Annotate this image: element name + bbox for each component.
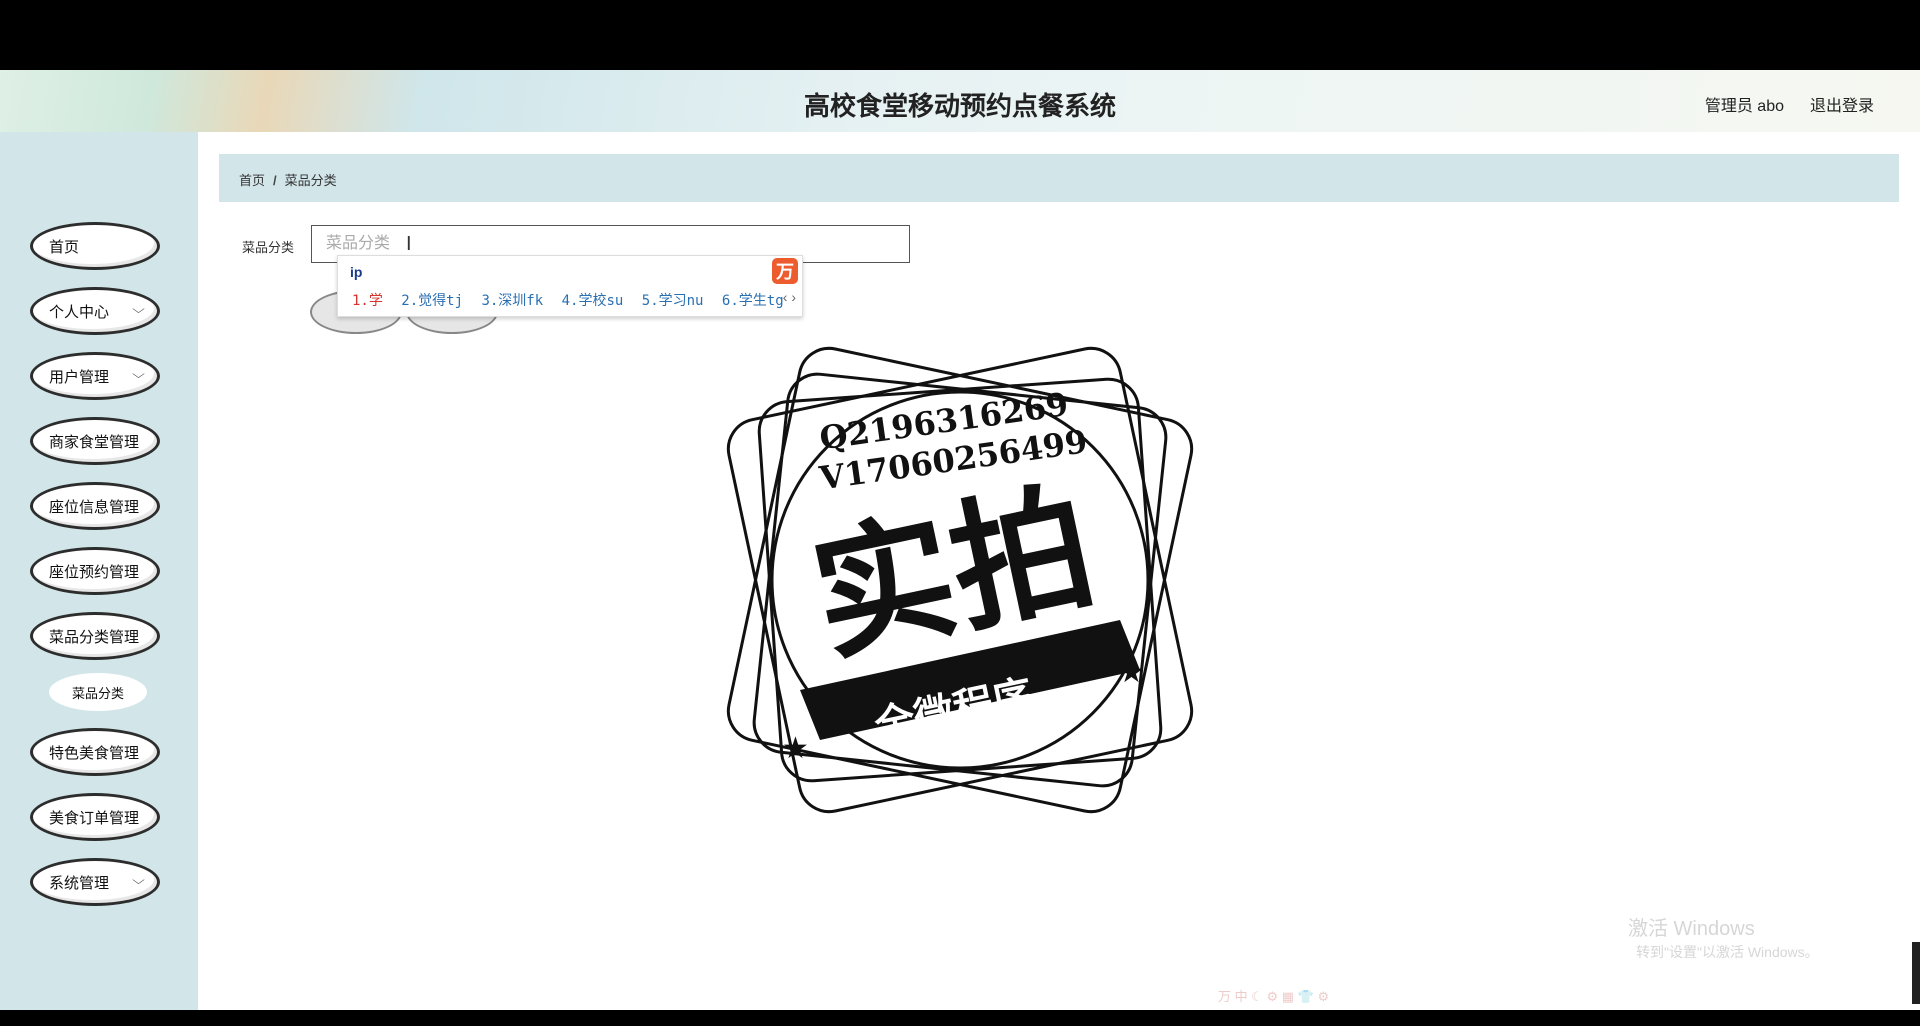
- sidebar-item-label: 系统管理: [49, 874, 110, 892]
- current-user: 管理员 abo: [1704, 98, 1784, 115]
- logout-link[interactable]: 退出登录: [1810, 92, 1874, 116]
- submenu-item-dish-category[interactable]: 菜品分类: [49, 673, 147, 711]
- windows-activate-title: 激活 Windows: [1628, 918, 1755, 940]
- app-screen: 高校食堂移动预约点餐系统 管理员 abo 退出登录 首页 个人中心 ⌵ 用户管理…: [0, 70, 1920, 1010]
- breadcrumb-bar: 首页 / 菜品分类: [219, 154, 1899, 202]
- breadcrumb-home[interactable]: 首页: [239, 173, 265, 188]
- windows-activate-sub: 转到"设置"以激活 Windows。: [1636, 944, 1819, 960]
- ime-candidate[interactable]: 1.学: [352, 293, 383, 309]
- breadcrumb: 首页 / 菜品分类: [239, 170, 337, 189]
- sidebar-item-label: 座位信息管理: [49, 498, 140, 516]
- sidebar-item-label: 美食订单管理: [49, 809, 140, 827]
- sidebar-item-users[interactable]: 用户管理 ⌵: [30, 352, 160, 400]
- ime-logo-icon: 万: [772, 258, 798, 284]
- sidebar: 首页 个人中心 ⌵ 用户管理 ⌵ 商家食堂管理 座位信息管理 座位预约管理 菜品…: [0, 132, 198, 1010]
- scrollbar-thumb[interactable]: [1912, 942, 1920, 1004]
- submenu-item-label: 菜品分类: [71, 685, 124, 701]
- header-bar: 高校食堂移动预约点餐系统 管理员 abo 退出登录: [0, 70, 1920, 132]
- sidebar-item-system[interactable]: 系统管理 ⌵: [30, 858, 160, 906]
- sidebar-item-label: 商家食堂管理: [49, 433, 140, 451]
- sidebar-item-label: 菜品分类管理: [49, 628, 140, 646]
- ime-candidate[interactable]: 2.觉得tj: [401, 293, 463, 309]
- sidebar-item-seat-booking[interactable]: 座位预约管理: [30, 547, 160, 595]
- sidebar-item-profile[interactable]: 个人中心 ⌵: [30, 287, 160, 335]
- breadcrumb-current: 菜品分类: [284, 173, 337, 188]
- ime-typed-text: ip: [350, 264, 363, 280]
- sidebar-item-label: 特色美食管理: [49, 744, 140, 762]
- sidebar-item-specialty-food[interactable]: 特色美食管理: [30, 728, 160, 776]
- sidebar-item-seat-info[interactable]: 座位信息管理: [30, 482, 160, 530]
- app-title: 高校食堂移动预约点餐系统: [803, 91, 1116, 121]
- sidebar-item-label: 个人中心: [49, 303, 110, 321]
- sidebar-item-label: 座位预约管理: [49, 563, 140, 581]
- sidebar-item-food-orders[interactable]: 美食订单管理: [30, 793, 160, 841]
- chevron-down-icon: ⌵: [132, 302, 145, 316]
- sidebar-item-label: 用户管理: [49, 368, 110, 386]
- search-label: 菜品分类: [242, 240, 295, 255]
- chevron-down-icon: ⌵: [132, 873, 145, 887]
- ime-candidate[interactable]: 5.学习nu: [642, 293, 704, 309]
- sidebar-item-label: 首页: [49, 238, 80, 256]
- watermark-stamp: Q2196316269 V17060256499 实拍 全微程序 ★ ★: [726, 346, 1194, 814]
- ime-status-bar[interactable]: 万 中 ☾ ⚙ ▦ 👕 ⚙: [1218, 986, 1329, 1005]
- sidebar-item-merchants[interactable]: 商家食堂管理: [30, 417, 160, 465]
- text-cursor-icon: I: [406, 233, 412, 255]
- chevron-down-icon: ⌵: [132, 367, 145, 381]
- ime-candidate[interactable]: 3.深圳fk: [481, 293, 543, 309]
- sidebar-item-dish-category[interactable]: 菜品分类管理: [30, 612, 160, 660]
- ime-candidate[interactable]: 4.学校su: [562, 293, 624, 309]
- star-icon: ★: [1118, 656, 1145, 689]
- star-icon: ★: [782, 732, 809, 765]
- sidebar-item-home[interactable]: 首页: [30, 222, 160, 270]
- breadcrumb-separator: /: [273, 173, 277, 188]
